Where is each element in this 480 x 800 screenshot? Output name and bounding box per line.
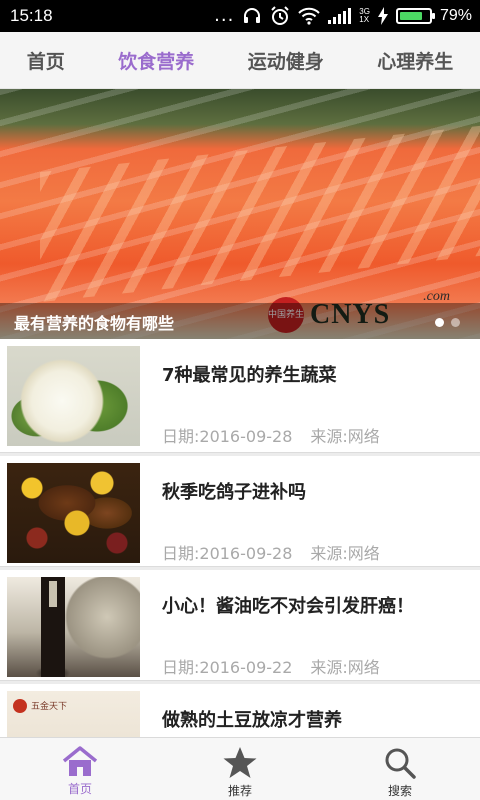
- article-title: 小心！酱油吃不对会引发肝癌！: [162, 596, 414, 617]
- nav-home[interactable]: 首页: [0, 738, 160, 800]
- banner-carousel[interactable]: 中国养生 CNYS .com 最有营养的食物有哪些: [0, 89, 480, 339]
- article-source: 来源:网络: [310, 544, 380, 563]
- headset-icon: [242, 6, 262, 26]
- article-title: 秋季吃鸽子进补吗: [162, 482, 306, 503]
- status-time: 15:18: [10, 6, 53, 25]
- category-tabs: 首页 饮食营养 运动健身 心理养生: [0, 32, 480, 89]
- search-icon: [383, 746, 417, 780]
- app-root: 15:18 ... 3G 1X 79% 首页 饮食营养 运动健身 心理养生 中国…: [0, 0, 480, 800]
- article-meta: 日期:2016-09-28 来源:网络: [162, 423, 380, 447]
- thumbnail-logo-text: 五金天下: [31, 702, 68, 712]
- article-title: 7种最常见的养生蔬菜: [162, 365, 337, 386]
- star-icon: [222, 746, 258, 780]
- banner-caption-bar: 最有营养的食物有哪些: [0, 303, 480, 339]
- more-dots-icon: ...: [214, 5, 235, 26]
- article-item[interactable]: 7种最常见的养生蔬菜 日期:2016-09-28 来源:网络: [0, 339, 480, 453]
- tab-exercise-fitness[interactable]: 运动健身: [242, 37, 330, 84]
- alarm-icon: [270, 6, 290, 26]
- wifi-icon: [298, 7, 321, 25]
- article-item[interactable]: 秋季吃鸽子进补吗 日期:2016-09-28 来源:网络: [0, 453, 480, 567]
- nav-home-label: 首页: [67, 782, 92, 796]
- article-thumbnail-pigeon: [7, 463, 140, 563]
- battery-percent: 79%: [439, 7, 472, 24]
- tab-home[interactable]: 首页: [21, 37, 71, 84]
- article-meta: 日期:2016-09-28 来源:网络: [162, 540, 380, 564]
- battery-icon: [395, 8, 435, 24]
- status-bar: 15:18 ... 3G 1X 79%: [0, 0, 480, 32]
- tab-mental-health[interactable]: 心理养生: [371, 37, 459, 84]
- article-item[interactable]: 五金天下 做熟的土豆放凉才营养: [0, 681, 480, 737]
- carousel-dots: [435, 318, 460, 327]
- network-type: 3G 1X: [359, 7, 370, 24]
- signal-icon: [328, 8, 352, 24]
- article-source: 来源:网络: [310, 427, 380, 446]
- banner-caption: 最有营养的食物有哪些: [14, 314, 175, 333]
- article-date: 日期:2016-09-28: [162, 544, 293, 563]
- article-item[interactable]: 小心！酱油吃不对会引发肝癌！ 日期:2016-09-22 来源:网络: [0, 567, 480, 681]
- nav-search-label: 搜索: [387, 784, 412, 798]
- article-thumbnail-potatoes: 五金天下: [7, 691, 140, 737]
- status-icons: ... 3G 1X 79%: [214, 5, 472, 27]
- carousel-dot[interactable]: [451, 318, 460, 327]
- article-list: 7种最常见的养生蔬菜 日期:2016-09-28 来源:网络 秋季吃鸽子进补吗 …: [0, 339, 480, 737]
- thumbnail-logo-icon: [13, 699, 27, 713]
- bottle-neck: [49, 581, 57, 607]
- carousel-dot[interactable]: [435, 318, 444, 327]
- home-icon: [61, 746, 99, 778]
- battery-fill: [399, 12, 423, 20]
- charging-icon: [377, 7, 388, 25]
- nav-recommend[interactable]: 推荐: [160, 738, 320, 800]
- nav-search[interactable]: 搜索: [320, 738, 480, 800]
- article-title: 做熟的土豆放凉才营养: [162, 710, 342, 731]
- article-meta: 日期:2016-09-22 来源:网络: [162, 654, 380, 678]
- article-thumbnail-soy-sauce: [7, 577, 140, 677]
- article-thumbnail-cauliflower: [7, 346, 140, 446]
- nav-recommend-label: 推荐: [227, 784, 252, 798]
- bottom-nav: 首页 推荐 搜索: [0, 737, 480, 800]
- tab-diet-nutrition[interactable]: 饮食营养: [112, 37, 200, 84]
- article-date: 日期:2016-09-22: [162, 658, 293, 677]
- article-source: 来源:网络: [310, 658, 380, 677]
- article-date: 日期:2016-09-28: [162, 427, 293, 446]
